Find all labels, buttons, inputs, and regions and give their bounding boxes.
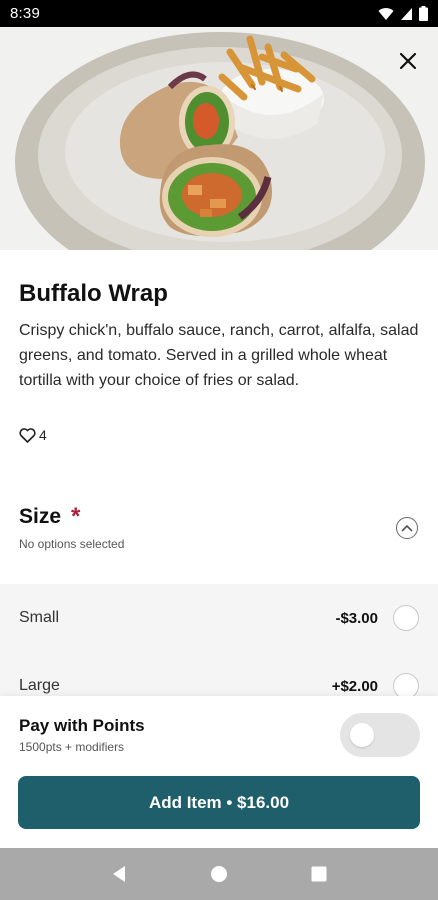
option-radio[interactable]	[393, 673, 419, 696]
close-button[interactable]	[394, 47, 422, 75]
collapse-size-button[interactable]	[396, 517, 418, 539]
checkout-panel: Pay with Points 1500pts + modifiers Add …	[0, 696, 438, 848]
pay-with-points-toggle[interactable]	[340, 713, 420, 757]
system-nav-bar	[0, 848, 438, 900]
option-price: +$2.00	[331, 677, 378, 695]
toggle-knob	[350, 723, 374, 747]
pay-with-points-label: Pay with Points	[19, 716, 145, 735]
like-button[interactable]: 4	[19, 427, 47, 443]
home-icon[interactable]	[210, 865, 228, 883]
size-selection-status: No options selected	[19, 537, 125, 551]
points-cost: 1500pts + modifiers	[19, 740, 125, 754]
option-price: -$3.00	[335, 609, 378, 627]
size-title-text: Size	[19, 505, 62, 528]
add-item-button[interactable]: Add Item • $16.00	[18, 776, 420, 829]
status-icons	[378, 6, 428, 21]
item-description: Crispy chick'n, buffalo sauce, ranch, ca…	[19, 322, 419, 389]
size-section-title: Size *	[19, 505, 80, 529]
size-option-large[interactable]: Large +$2.00	[0, 652, 438, 696]
status-bar: 8:39	[0, 0, 438, 27]
close-icon	[399, 52, 417, 70]
cell-signal-icon	[401, 7, 412, 20]
food-photo	[0, 27, 438, 250]
recents-icon[interactable]	[311, 866, 327, 882]
like-count: 4	[39, 427, 47, 443]
battery-icon	[419, 6, 428, 21]
required-mark: *	[71, 503, 81, 530]
option-label: Small	[19, 609, 60, 626]
chevron-up-icon	[401, 525, 413, 532]
option-radio[interactable]	[393, 605, 419, 631]
size-option-small[interactable]: Small -$3.00	[0, 584, 438, 652]
back-icon[interactable]	[111, 865, 127, 883]
status-time: 8:39	[10, 5, 40, 22]
option-label: Large	[19, 677, 60, 694]
size-options-list: Small -$3.00 Large +$2.00	[0, 584, 438, 696]
item-title: Buffalo Wrap	[19, 280, 168, 307]
item-image	[0, 27, 438, 250]
wifi-icon	[378, 7, 394, 20]
heart-icon	[19, 427, 36, 443]
